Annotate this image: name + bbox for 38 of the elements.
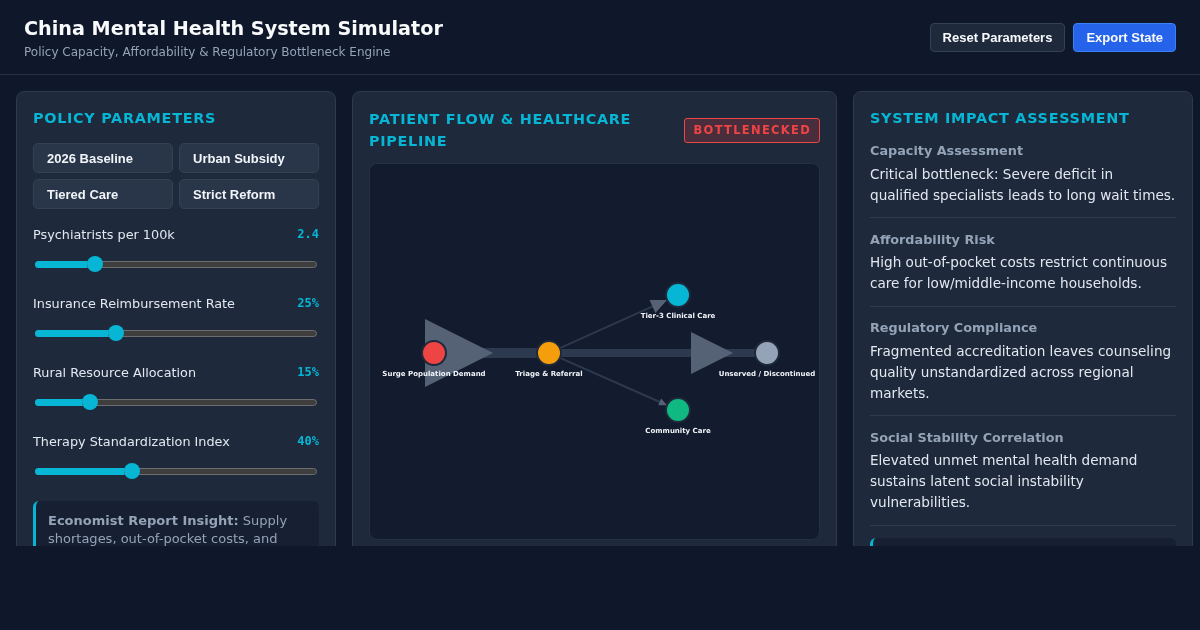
- action-button[interactable]: Reset Parameters: [929, 23, 1066, 52]
- preset-button[interactable]: Tiered Care: [33, 179, 173, 209]
- slider-label: Therapy Standardization Index: [33, 433, 230, 449]
- app-title: China Mental Health System Simulator: [24, 17, 443, 41]
- panel-title: POLICY PARAMETERS: [33, 109, 218, 128]
- section-text: Critical bottleneck: Severe deficit in qualified specialists leads to long wait times.: [870, 164, 1176, 205]
- section-heading: Regulatory Compliance: [870, 319, 1039, 337]
- slider-label: Psychiatrists per 100k: [33, 226, 175, 242]
- status-badge: BOTTLENECKED: [684, 117, 820, 143]
- preset-button[interactable]: 2026 Baseline: [33, 143, 173, 173]
- slider-value: 2.4: [297, 227, 319, 241]
- node-icon[interactable]: [536, 340, 562, 366]
- slider-value: 15%: [297, 365, 319, 379]
- preset-button[interactable]: Urban Subsidy: [179, 143, 319, 173]
- node-icon[interactable]: [665, 282, 691, 308]
- panel-title: PATIENT FLOW & HEALTHCARE PIPELINE: [369, 110, 633, 151]
- section-text: Fragmented accreditation leaves counseling quality unstandardized across regional markets.: [870, 341, 1173, 403]
- section-text: High out-of-pocket costs restrict continuous care for low/middle-income households.: [870, 253, 1168, 293]
- section-text: Elevated unmet mental health demand sustains latent social instability vulnerabilities.: [870, 451, 1139, 512]
- slider-thumb[interactable]: [87, 256, 104, 272]
- slider-label: Rural Resource Allocation: [33, 364, 196, 380]
- action-button[interactable]: Export State: [1073, 23, 1176, 52]
- section-heading: Social Stability Correlation: [870, 428, 1065, 447]
- slider-label: Insurance Reimbursement Rate: [33, 295, 235, 311]
- node-icon[interactable]: [665, 397, 691, 423]
- node-icon[interactable]: [754, 340, 780, 366]
- preset-button[interactable]: Strict Reform: [179, 179, 319, 209]
- slider-thumb[interactable]: [108, 325, 125, 341]
- app-subtitle: Policy Capacity, Affordability & Regulatory Bottleneck Engine: [24, 44, 392, 60]
- insight-text: Economist Report Insight: Supply shortages, out-of-pocket costs, and: [48, 512, 289, 546]
- node-icon[interactable]: [421, 340, 447, 366]
- slider-value: 40%: [297, 434, 319, 448]
- slider-thumb[interactable]: [81, 394, 98, 410]
- panel-title: SYSTEM IMPACT ASSESSMENT: [870, 109, 1131, 128]
- slider-thumb[interactable]: [124, 463, 141, 479]
- slider-value: 25%: [297, 296, 319, 310]
- section-heading: Capacity Assessment: [870, 142, 1024, 160]
- section-heading: Affordability Risk: [870, 230, 996, 249]
